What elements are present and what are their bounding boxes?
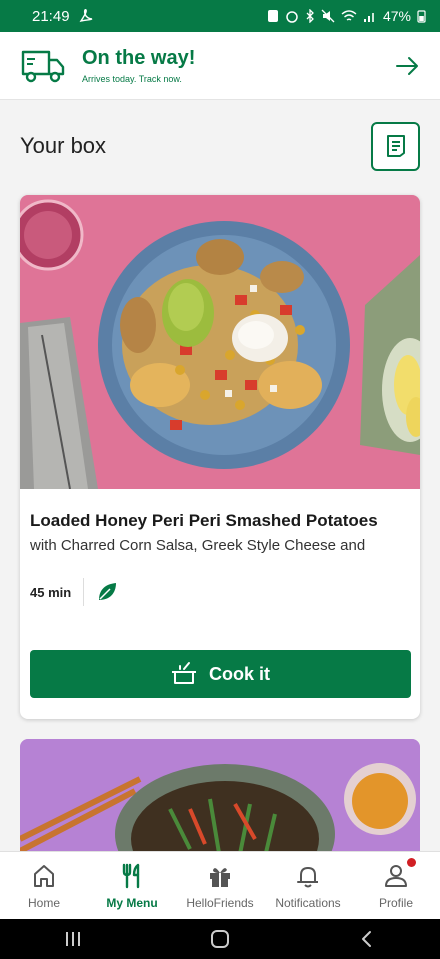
system-navigation-bar [0,919,440,959]
recipe-card-next[interactable] [20,739,420,851]
nav-item-my-menu[interactable]: My Menu [88,852,176,919]
cooking-pot-icon [172,662,196,684]
recipe-photo[interactable] [20,195,420,489]
recent-apps-icon[interactable] [63,929,83,949]
profile-icon [385,865,407,887]
bottom-navigation: Home My Menu HelloFriends Notifications [0,851,440,919]
delivery-subtitle: Arrives today. Track now. [82,74,182,84]
gift-icon [210,868,230,887]
delivery-title: On the way! [82,47,196,69]
home-icon [34,865,54,887]
nav-label-home: Home [27,896,60,910]
nav-label-my-menu: My Menu [106,896,158,910]
nav-label-notifications: Notifications [275,896,341,910]
alarm-icon [286,11,298,23]
nav-item-hellofriends[interactable]: HelloFriends [176,852,264,919]
battery-icon [417,10,426,23]
recipe-title[interactable]: Loaded Honey Peri Peri Smashed Potatoes [30,511,378,531]
fork-knife-icon [122,863,140,889]
delivery-truck-icon [21,50,65,82]
recipe-card[interactable]: Loaded Honey Peri Peri Smashed Potatoes … [20,195,420,719]
mute-icon [321,9,335,23]
recipe-subtitle: with Charred Corn Salsa, Greek Style Che… [30,537,366,554]
box-header: Your box [20,121,420,171]
signal-icon [363,13,374,22]
status-bar: 21:49 47% [0,0,440,32]
nav-item-notifications[interactable]: Notifications [264,852,352,919]
page-title: Your box [20,133,107,158]
notification-dot [407,858,416,867]
battery-percent: 47% [382,8,411,24]
bell-icon [297,867,318,888]
home-button-icon[interactable] [209,928,231,950]
wifi-icon [341,10,357,21]
document-icon [386,135,405,157]
notification-badge-icon [267,10,278,22]
nav-item-profile[interactable]: Profile [352,852,440,919]
cook-it-label: Cook it [209,663,270,684]
box-details-button[interactable] [371,121,420,171]
recipe-meta: 45 min [30,577,118,607]
status-time: 21:49 [32,7,70,25]
delivery-banner[interactable]: On the way! Arrives today. Track now. [0,32,440,100]
meta-divider [83,578,85,606]
main-content[interactable]: Your box Loaded Honey Peri Peri Smashed … [0,101,440,851]
cook-time: 45 min [30,584,72,600]
nav-item-home[interactable]: Home [0,852,88,919]
leaf-icon [99,583,117,600]
arrow-right-icon[interactable] [394,53,420,79]
nav-label-profile: Profile [378,896,413,910]
cook-it-button[interactable]: Cook it [30,650,411,698]
acrobat-icon [79,9,92,23]
bluetooth-icon [306,9,314,23]
back-icon[interactable] [357,929,377,949]
nav-label-hellofriends: HelloFriends [186,896,254,910]
